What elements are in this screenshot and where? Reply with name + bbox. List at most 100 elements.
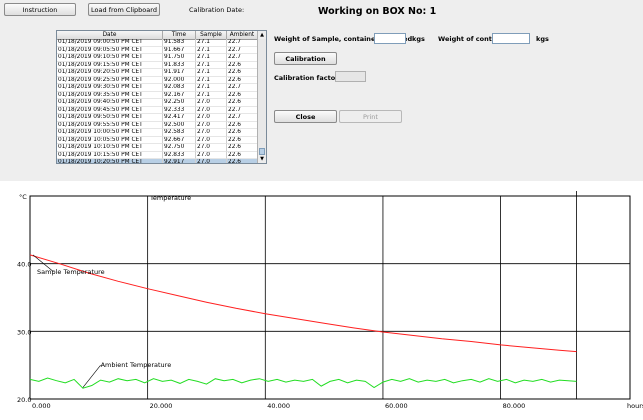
y-tick-label: 40.0 bbox=[17, 261, 31, 269]
table-cell: 27.0 bbox=[196, 106, 227, 114]
table-cell: 92.750 bbox=[163, 144, 196, 152]
table-cell: 01/18/2019 10:10:50 PM CET bbox=[57, 144, 163, 152]
table-cell: 01/18/2019 09:15:50 PM CET bbox=[57, 61, 163, 69]
table-cell: 22.6 bbox=[227, 99, 258, 107]
table-body: 01/18/2019 09:00:50 PM CET 91.583 27.1 22.7… bbox=[57, 39, 258, 163]
table-cell: 27.1 bbox=[196, 76, 227, 84]
table-row[interactable]: 01/18/2019 10:20:50 PM CET 92.917 27.0 22.6 bbox=[57, 159, 258, 163]
scroll-down-arrow-icon[interactable]: ▼ bbox=[258, 155, 266, 163]
table-cell: 01/18/2019 10:05:50 PM CET bbox=[57, 136, 163, 144]
table-row[interactable]: 01/18/2019 09:25:50 PM CET 92.000 27.1 22.6 bbox=[57, 76, 258, 84]
instruction-button[interactable]: Instruction bbox=[4, 3, 76, 16]
column-header-date[interactable]: Date bbox=[57, 31, 163, 39]
table-cell: 01/18/2019 10:20:50 PM CET bbox=[57, 159, 163, 163]
table-cell: 22.7 bbox=[227, 106, 258, 114]
x-tick-label: 20.000 bbox=[150, 402, 173, 410]
table-cell: 01/18/2019 09:55:50 PM CET bbox=[57, 121, 163, 129]
table-cell: 27.1 bbox=[196, 54, 227, 62]
table-cell: 27.0 bbox=[196, 144, 227, 152]
table-cell: 27.0 bbox=[196, 99, 227, 107]
table-cell: 22.6 bbox=[227, 69, 258, 77]
x-tick-label: 40.000 bbox=[267, 402, 290, 410]
table-cell: 22.6 bbox=[227, 129, 258, 137]
table-cell: 27.1 bbox=[196, 61, 227, 69]
y-tick-label: 30.0 bbox=[17, 328, 31, 336]
x-tick-label: 60.000 bbox=[385, 402, 408, 410]
table-cell: 01/18/2019 09:45:50 PM CET bbox=[57, 106, 163, 114]
table-cell: 27.1 bbox=[196, 91, 227, 99]
table-cell: 01/18/2019 10:00:50 PM CET bbox=[57, 129, 163, 137]
load-from-clipboard-button[interactable]: Load from Clipboard bbox=[88, 3, 160, 16]
table-cell: 22.7 bbox=[227, 46, 258, 54]
table-scrollbar[interactable]: ▲ ▼ bbox=[257, 31, 266, 163]
calibration-factor-label: Calibration factor bbox=[274, 74, 339, 82]
table-cell: 01/18/2019 09:35:50 PM CET bbox=[57, 91, 163, 99]
table-cell: 22.6 bbox=[227, 91, 258, 99]
scrollbar-thumb[interactable] bbox=[259, 148, 265, 155]
table-cell: 92.833 bbox=[163, 151, 196, 159]
table-cell: 27.0 bbox=[196, 114, 227, 122]
table-cell: 22.7 bbox=[227, 54, 258, 62]
table-row[interactable]: 01/18/2019 09:45:50 PM CET 92.333 27.0 22.7 bbox=[57, 106, 258, 114]
table-row[interactable]: 01/18/2019 09:20:50 PM CET 91.917 27.1 22.6 bbox=[57, 69, 258, 77]
series-line-ambient bbox=[29, 377, 577, 389]
column-header-sample[interactable]: Sample °C bbox=[196, 31, 227, 39]
weight-container-field[interactable] bbox=[492, 33, 530, 44]
table-row[interactable]: 01/18/2019 10:05:50 PM CET 92.667 27.0 22.6 bbox=[57, 136, 258, 144]
table-row[interactable]: 01/18/2019 09:30:50 PM CET 92.083 27.1 22.7 bbox=[57, 84, 258, 92]
annotation-leader bbox=[82, 364, 101, 388]
table-cell: 91.917 bbox=[163, 69, 196, 77]
table-cell: 27.1 bbox=[196, 39, 227, 47]
table-cell: 22.7 bbox=[227, 114, 258, 122]
column-header-ambient[interactable]: Ambient °C bbox=[227, 31, 258, 39]
table-row[interactable]: 01/18/2019 09:10:50 PM CET 91.750 27.1 22.7 bbox=[57, 54, 258, 62]
table-row[interactable]: 01/18/2019 09:55:50 PM CET 92.500 27.0 22.6 bbox=[57, 121, 258, 129]
weight-sample-unit: kgs bbox=[412, 35, 425, 43]
x-tick-label: 0.000 bbox=[32, 402, 51, 410]
table-row[interactable]: 01/18/2019 10:15:50 PM CET 92.833 27.0 22.6 bbox=[57, 151, 258, 159]
table-cell: 27.0 bbox=[196, 159, 227, 163]
table-cell: 92.667 bbox=[163, 136, 196, 144]
table-row[interactable]: 01/18/2019 10:00:50 PM CET 92.583 27.0 22.6 bbox=[57, 129, 258, 137]
table-cell: 01/18/2019 09:40:50 PM CET bbox=[57, 99, 163, 107]
table-cell: 01/18/2019 09:10:50 PM CET bbox=[57, 54, 163, 62]
x-axis-label: hours bbox=[627, 402, 643, 410]
x-tick-label: 80.000 bbox=[503, 402, 526, 410]
table-cell: 22.7 bbox=[227, 39, 258, 47]
table-row[interactable]: 01/18/2019 10:10:50 PM CET 92.750 27.0 22.6 bbox=[57, 144, 258, 152]
table-cell: 91.833 bbox=[163, 61, 196, 69]
table-cell: 27.0 bbox=[196, 151, 227, 159]
calibration-button[interactable]: Calibration bbox=[274, 52, 337, 65]
table-cell: 27.1 bbox=[196, 69, 227, 77]
y-axis-label: °C bbox=[19, 193, 27, 201]
table-row[interactable]: 01/18/2019 09:05:50 PM CET 91.667 27.1 22.7 bbox=[57, 46, 258, 54]
calibration-date-label: Calibration Date: bbox=[189, 6, 245, 14]
table-cell: 01/18/2019 09:30:50 PM CET bbox=[57, 84, 163, 92]
close-button[interactable]: Close bbox=[274, 110, 337, 123]
series-label-sample: Sample Temperature bbox=[37, 268, 105, 276]
table-cell: 22.6 bbox=[227, 76, 258, 84]
weight-container-unit: kgs bbox=[536, 35, 549, 43]
table-cell: 27.0 bbox=[196, 129, 227, 137]
table-cell: 27.0 bbox=[196, 136, 227, 144]
data-table[interactable]: Date Time hours Sample °C Ambient °C 01/… bbox=[56, 30, 267, 164]
table-cell: 92.417 bbox=[163, 114, 196, 122]
table-row[interactable]: 01/18/2019 09:35:50 PM CET 92.167 27.1 22.6 bbox=[57, 91, 258, 99]
column-header-time-hours[interactable]: Time hours bbox=[163, 31, 196, 39]
weight-sample-field[interactable] bbox=[374, 33, 406, 44]
table-cell: 22.6 bbox=[227, 151, 258, 159]
scroll-up-arrow-icon[interactable]: ▲ bbox=[258, 31, 266, 39]
table-cell: 92.167 bbox=[163, 91, 196, 99]
table-cell: 01/18/2019 09:00:50 PM CET bbox=[57, 39, 163, 47]
table-cell: 22.6 bbox=[227, 159, 258, 163]
table-row[interactable]: 01/18/2019 09:15:50 PM CET 91.833 27.1 22.6 bbox=[57, 61, 258, 69]
temperature-chart: 0.000 20.000 40.000 60.000 80.000 20.0 30.0 40.… bbox=[0, 181, 643, 420]
table-cell: 92.583 bbox=[163, 129, 196, 137]
table-cell: 91.583 bbox=[163, 39, 196, 47]
table-row[interactable]: 01/18/2019 09:40:50 PM CET 92.250 27.0 22.6 bbox=[57, 99, 258, 107]
table-row[interactable]: 01/18/2019 09:00:50 PM CET 91.583 27.1 22.7 bbox=[57, 39, 258, 47]
table-row[interactable]: 01/18/2019 09:50:50 PM CET 92.417 27.0 22.7 bbox=[57, 114, 258, 122]
table-cell: 22.6 bbox=[227, 121, 258, 129]
table-cell: 22.7 bbox=[227, 84, 258, 92]
calibration-factor-field bbox=[335, 71, 366, 82]
